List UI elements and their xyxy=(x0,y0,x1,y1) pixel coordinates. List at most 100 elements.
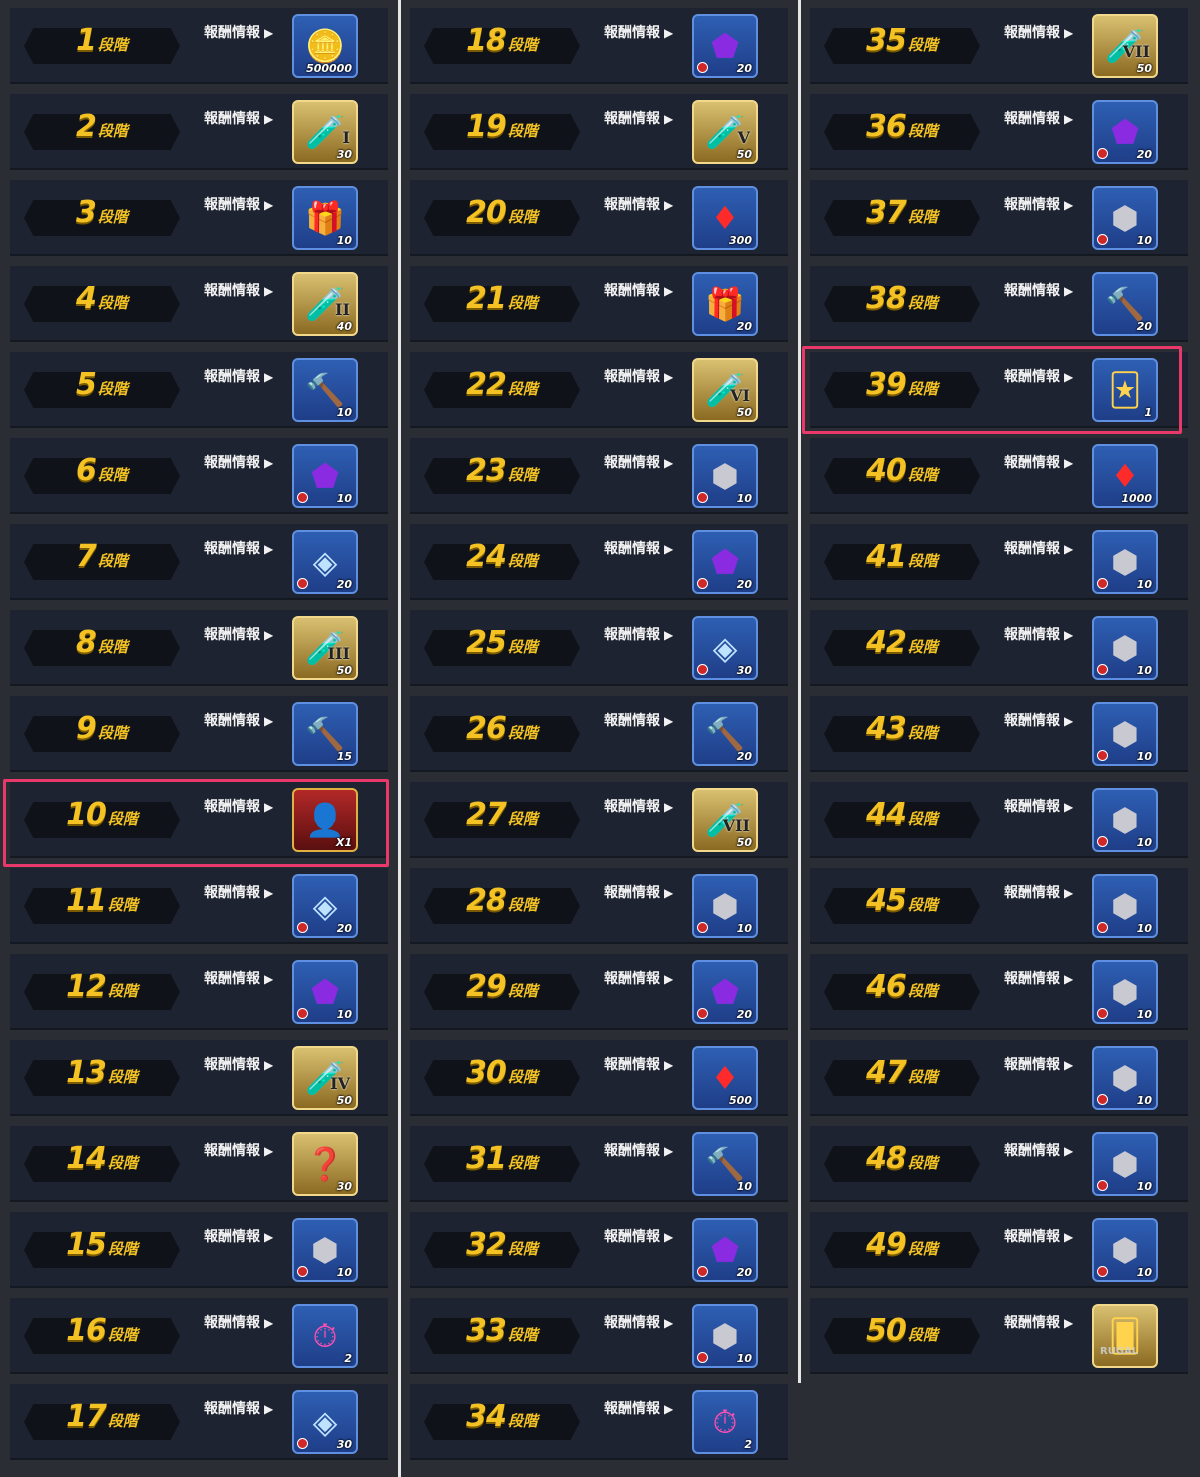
reward-info-link[interactable]: 報酬情報 ▶ xyxy=(604,194,673,214)
reward-item-button[interactable]: ⬢ 10 xyxy=(1092,788,1158,852)
reward-item-button[interactable]: 🧪 VII 50 xyxy=(1092,14,1158,78)
reward-info-link[interactable]: 報酬情報 ▶ xyxy=(1004,1054,1073,1074)
reward-item-button[interactable]: 🃏 1 xyxy=(1092,358,1158,422)
reward-item-button[interactable]: ⬢ 10 xyxy=(692,444,758,508)
reward-item-button[interactable]: 🧪 V 50 xyxy=(692,100,758,164)
reward-info-link[interactable]: 報酬情報 ▶ xyxy=(604,1226,673,1246)
reward-item-button[interactable]: 👤 X1 xyxy=(292,788,358,852)
reward-info-link[interactable]: 報酬情報 ▶ xyxy=(1004,452,1073,472)
reward-info-link[interactable]: 報酬情報 ▶ xyxy=(204,882,273,902)
reward-info-link[interactable]: 報酬情報 ▶ xyxy=(604,796,673,816)
reward-item-button[interactable]: ⬢ 10 xyxy=(1092,616,1158,680)
reward-info-link[interactable]: 報酬情報 ▶ xyxy=(204,366,273,386)
reward-item-button[interactable]: ⏱ 2 xyxy=(692,1390,758,1454)
reward-info-link[interactable]: 報酬情報 ▶ xyxy=(1004,108,1073,128)
reward-info-link[interactable]: 報酬情報 ▶ xyxy=(604,624,673,644)
reward-info-link[interactable]: 報酬情報 ▶ xyxy=(604,1054,673,1074)
reward-item-button[interactable]: 🔨 20 xyxy=(1092,272,1158,336)
reward-item-button[interactable]: ⬟ 10 xyxy=(292,960,358,1024)
reward-item-button[interactable]: 🧪 VII 50 xyxy=(692,788,758,852)
reward-item-button[interactable]: 🔨 20 xyxy=(692,702,758,766)
reward-info-link[interactable]: 報酬情報 ▶ xyxy=(1004,22,1073,42)
reward-info-link[interactable]: 報酬情報 ▶ xyxy=(604,1312,673,1332)
reward-item-button[interactable]: ⬟ 20 xyxy=(692,14,758,78)
reward-info-link[interactable]: 報酬情報 ▶ xyxy=(1004,1140,1073,1160)
reward-item-button[interactable]: 🧪 II 40 xyxy=(292,272,358,336)
reward-info-link[interactable]: 報酬情報 ▶ xyxy=(204,1398,273,1418)
reward-item-button[interactable]: ⬢ 10 xyxy=(1092,530,1158,594)
reward-info-link[interactable]: 報酬情報 ▶ xyxy=(204,624,273,644)
reward-item-button[interactable]: 🪙 500000 xyxy=(292,14,358,78)
reward-item-button[interactable]: ◈ 30 xyxy=(292,1390,358,1454)
reward-info-link[interactable]: 報酬情報 ▶ xyxy=(1004,280,1073,300)
reward-info-link[interactable]: 報酬情報 ▶ xyxy=(204,108,273,128)
reward-info-link[interactable]: 報酬情報 ▶ xyxy=(604,22,673,42)
reward-item-button[interactable]: 🧪 I 30 xyxy=(292,100,358,164)
reward-item-button[interactable]: ❓ 30 xyxy=(292,1132,358,1196)
reward-info-link[interactable]: 報酬情報 ▶ xyxy=(604,538,673,558)
reward-info-link[interactable]: 報酬情報 ▶ xyxy=(204,796,273,816)
reward-item-button[interactable]: 🂠 xyxy=(1092,1304,1158,1368)
reward-item-button[interactable]: ⬢ 10 xyxy=(1092,1132,1158,1196)
reward-info-link[interactable]: 報酬情報 ▶ xyxy=(1004,710,1073,730)
reward-info-link[interactable]: 報酬情報 ▶ xyxy=(604,1140,673,1160)
reward-info-link[interactable]: 報酬情報 ▶ xyxy=(204,452,273,472)
reward-item-button[interactable]: 🧪 VI 50 xyxy=(692,358,758,422)
reward-item-button[interactable]: 🔨 10 xyxy=(692,1132,758,1196)
reward-info-link[interactable]: 報酬情報 ▶ xyxy=(1004,366,1073,386)
reward-info-link[interactable]: 報酬情報 ▶ xyxy=(204,280,273,300)
reward-item-button[interactable]: ⬢ 10 xyxy=(1092,702,1158,766)
reward-item-button[interactable]: ⬢ 10 xyxy=(692,874,758,938)
reward-info-link[interactable]: 報酬情報 ▶ xyxy=(204,22,273,42)
reward-info-link[interactable]: 報酬情報 ▶ xyxy=(204,1226,273,1246)
reward-info-link[interactable]: 報酬情報 ▶ xyxy=(604,108,673,128)
reward-item-button[interactable]: ⬢ 10 xyxy=(1092,960,1158,1024)
reward-info-link[interactable]: 報酬情報 ▶ xyxy=(1004,1312,1073,1332)
reward-item-button[interactable]: ⬢ 10 xyxy=(1092,1046,1158,1110)
reward-info-link[interactable]: 報酬情報 ▶ xyxy=(204,710,273,730)
reward-info-link[interactable]: 報酬情報 ▶ xyxy=(1004,194,1073,214)
reward-item-button[interactable]: ⬟ 20 xyxy=(692,530,758,594)
reward-item-button[interactable]: ♦ 300 xyxy=(692,186,758,250)
reward-item-button[interactable]: ⬢ 10 xyxy=(1092,186,1158,250)
reward-info-link[interactable]: 報酬情報 ▶ xyxy=(604,710,673,730)
reward-info-link[interactable]: 報酬情報 ▶ xyxy=(604,452,673,472)
reward-item-button[interactable]: ⬢ 10 xyxy=(1092,1218,1158,1282)
reward-info-link[interactable]: 報酬情報 ▶ xyxy=(204,194,273,214)
reward-item-button[interactable]: ◈ 20 xyxy=(292,530,358,594)
reward-info-link[interactable]: 報酬情報 ▶ xyxy=(604,1398,673,1418)
reward-item-button[interactable]: ⬟ 20 xyxy=(692,960,758,1024)
reward-info-link[interactable]: 報酬情報 ▶ xyxy=(204,1054,273,1074)
reward-item-button[interactable]: 🎁 20 xyxy=(692,272,758,336)
reward-item-button[interactable]: ⬢ 10 xyxy=(692,1304,758,1368)
reward-info-link[interactable]: 報酬情報 ▶ xyxy=(204,538,273,558)
reward-info-link[interactable]: 報酬情報 ▶ xyxy=(204,968,273,988)
reward-info-link[interactable]: 報酬情報 ▶ xyxy=(1004,624,1073,644)
reward-info-link[interactable]: 報酬情報 ▶ xyxy=(604,280,673,300)
reward-info-link[interactable]: 報酬情報 ▶ xyxy=(604,968,673,988)
reward-info-link[interactable]: 報酬情報 ▶ xyxy=(604,882,673,902)
reward-info-link[interactable]: 報酬情報 ▶ xyxy=(1004,882,1073,902)
reward-info-link[interactable]: 報酬情報 ▶ xyxy=(604,366,673,386)
reward-item-button[interactable]: ⬟ 20 xyxy=(692,1218,758,1282)
reward-info-link[interactable]: 報酬情報 ▶ xyxy=(1004,968,1073,988)
reward-item-button[interactable]: ♦ 500 xyxy=(692,1046,758,1110)
reward-info-link[interactable]: 報酬情報 ▶ xyxy=(1004,538,1073,558)
reward-item-button[interactable]: ⬟ 20 xyxy=(1092,100,1158,164)
reward-info-link[interactable]: 報酬情報 ▶ xyxy=(1004,796,1073,816)
reward-item-button[interactable]: ◈ 30 xyxy=(692,616,758,680)
reward-item-button[interactable]: 🔨 10 xyxy=(292,358,358,422)
reward-item-button[interactable]: ⬟ 10 xyxy=(292,444,358,508)
reward-item-button[interactable]: 🧪 IV 50 xyxy=(292,1046,358,1110)
reward-info-link[interactable]: 報酬情報 ▶ xyxy=(204,1140,273,1160)
reward-item-button[interactable]: ⏱ 2 xyxy=(292,1304,358,1368)
reward-item-button[interactable]: ⬢ 10 xyxy=(292,1218,358,1282)
reward-item-button[interactable]: ⬢ 10 xyxy=(1092,874,1158,938)
reward-item-button[interactable]: 🧪 III 50 xyxy=(292,616,358,680)
reward-item-button[interactable]: 🔨 15 xyxy=(292,702,358,766)
reward-info-link[interactable]: 報酬情報 ▶ xyxy=(204,1312,273,1332)
reward-item-button[interactable]: ♦ 1000 xyxy=(1092,444,1158,508)
reward-item-button[interactable]: ◈ 20 xyxy=(292,874,358,938)
reward-info-link[interactable]: 報酬情報 ▶ xyxy=(1004,1226,1073,1246)
reward-item-button[interactable]: 🎁 10 xyxy=(292,186,358,250)
